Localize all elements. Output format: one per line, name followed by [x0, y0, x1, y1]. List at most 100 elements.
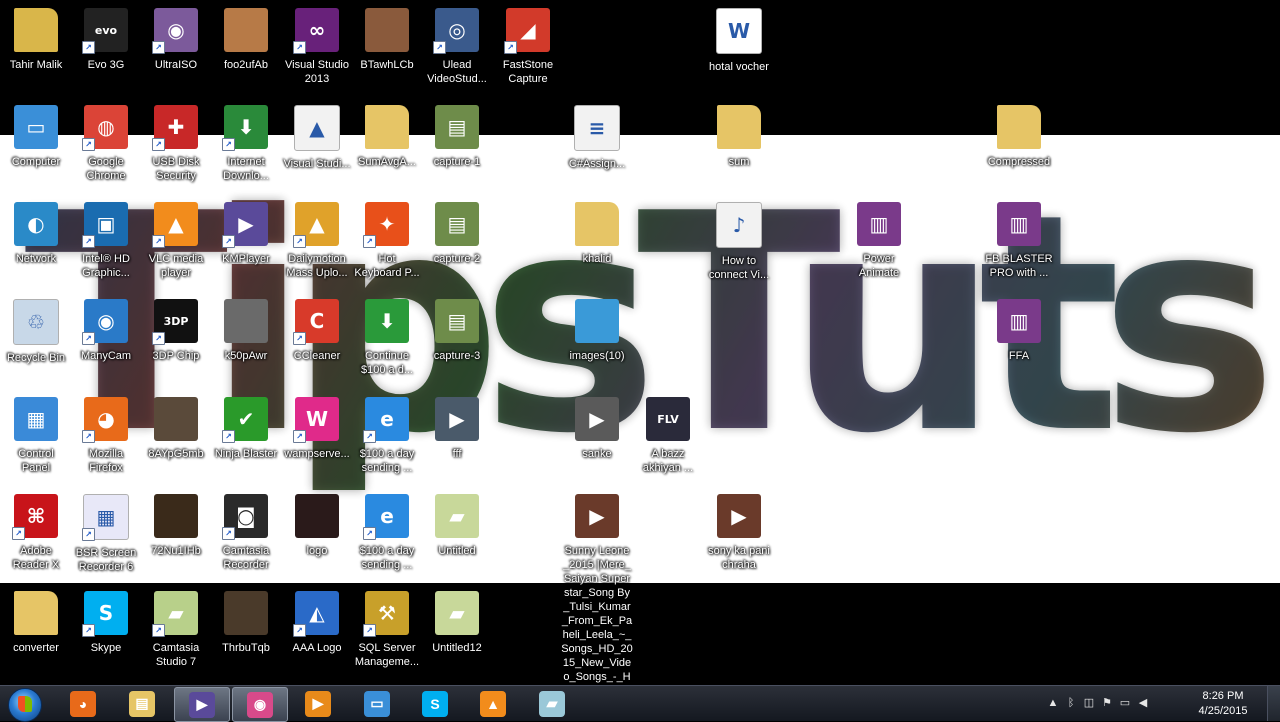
desktop-icon[interactable]: ◉ ↗ ManyCam [70, 299, 142, 363]
video-studio-icon: ◎ ↗ [433, 8, 479, 54]
desktop-icon[interactable]: ✦ ↗ Hot Keyboard P... [351, 202, 423, 280]
desktop-icon[interactable]: ▲ ↗ Dailymotion Mass Uplo... [281, 202, 353, 280]
desktop-icon[interactable]: ▦ Control Panel [0, 397, 72, 475]
flag-icon[interactable]: ⚑ [1100, 696, 1114, 710]
desktop-icon[interactable]: ◙ ↗ Camtasia Recorder [210, 494, 282, 572]
taskbar-button-firefox[interactable]: ◕ [56, 687, 110, 720]
volume-icon[interactable]: ◀ [1136, 696, 1150, 710]
desktop-icon[interactable]: images(10) [561, 299, 633, 363]
desktop-icon[interactable]: converter [0, 591, 72, 655]
desktop-icon[interactable]: ◢ ↗ FastStone Capture [492, 8, 564, 86]
desktop-icon-label: Compressed [987, 156, 1051, 168]
desktop-icon[interactable]: logo [281, 494, 353, 558]
desktop-icon[interactable]: foo2ufAb [210, 8, 282, 72]
desktop-icon[interactable]: ≡ C#Assign... [561, 105, 633, 171]
desktop-icon[interactable]: 72Nu1IHb [140, 494, 212, 558]
show-hidden-icons-icon[interactable]: ▲ [1046, 696, 1060, 710]
desktop-icon[interactable]: W ↗ wampserve... [281, 397, 353, 461]
desktop-icon[interactable]: ▶ ↗ KMPlayer [210, 202, 282, 266]
desktop-icon[interactable]: evo ↗ Evo 3G [70, 8, 142, 72]
taskbar-button-vlc[interactable]: ▲ [466, 687, 520, 720]
desktop-icon[interactable]: ▭ Computer [0, 105, 72, 169]
shortcut-arrow-icon: ↗ [222, 527, 235, 540]
desktop-icon[interactable]: Compressed [983, 105, 1055, 169]
desktop-icon[interactable]: ▲ Visual Studi... [281, 105, 353, 171]
desktop-icon[interactable]: ThrbuTqb [210, 591, 282, 655]
desktop-icon[interactable]: k50pAwr [210, 299, 282, 363]
taskbar-button-explorer[interactable]: ▤ [115, 687, 169, 720]
photo-icon [365, 8, 409, 52]
desktop-icon[interactable]: 8AYpG5mb [140, 397, 212, 461]
desktop-icon[interactable]: ◍ ↗ Google Chrome [70, 105, 142, 183]
desktop-icon[interactable]: ▰ ↗ Camtasia Studio 7 [140, 591, 212, 669]
taskbar-button-ultraiso[interactable]: ◉ [232, 687, 288, 722]
desktop-icon-label: 3DP Chip [152, 350, 200, 362]
desktop-icon[interactable]: e ↗ $100 a day sending ... [351, 397, 423, 475]
desktop-icon[interactable]: ⬇ Continue $100 a d... [351, 299, 423, 377]
taskbar-button-media-player[interactable]: ▶ [291, 687, 345, 720]
taskbar-button-camtasia[interactable]: ▰ [525, 687, 579, 720]
desktop-icon[interactable]: ✔ ↗ Ninja Blaster [210, 397, 282, 461]
desktop-icon[interactable]: FLV A bazz akhiyan ... [632, 397, 704, 475]
desktop-icon[interactable]: ▰ Untitled [421, 494, 493, 558]
desktop-icon[interactable]: ◕ ↗ Mozilla Firefox [70, 397, 142, 475]
desktop-icon[interactable]: 3DP ↗ 3DP Chip [140, 299, 212, 363]
desktop-icon[interactable]: ▤ capture-2 [421, 202, 493, 266]
show-desktop-button[interactable] [1267, 686, 1280, 721]
tray-app-icon[interactable]: ◫ [1082, 696, 1096, 710]
desktop-icon[interactable]: ▤ capture-3 [421, 299, 493, 363]
desktop-icon[interactable]: sum [703, 105, 775, 169]
desktop-icon[interactable]: ♲ Recycle Bin [0, 299, 72, 365]
taskbar-button-skype[interactable]: S [408, 687, 462, 720]
clock[interactable]: 8:26 PM 4/25/2015 [1188, 689, 1258, 719]
desktop-icon[interactable]: ◉ ↗ UltraISO [140, 8, 212, 72]
desktop-icon[interactable]: ◭ ↗ AAA Logo [281, 591, 353, 655]
taskbar-button-kmplayer[interactable]: ▶ [174, 687, 230, 722]
video-file-icon: ▶ [717, 494, 761, 538]
desktop-icon[interactable]: ⬇ ↗ Internet Downlo... [210, 105, 282, 183]
display-icon[interactable]: ▭ [1118, 696, 1132, 710]
desktop-icon[interactable]: ▥ Power Animate [843, 202, 915, 280]
desktop-icon[interactable]: BTawhLCb [351, 8, 423, 72]
desktop-icon[interactable]: ▥ FB BLASTER PRO with ... [983, 202, 1055, 280]
desktop-icon-label: Mozilla Firefox [88, 448, 124, 474]
desktop-icon[interactable]: Tahir Malik [0, 8, 72, 72]
desktop-icon[interactable]: ▶ fff [421, 397, 493, 461]
desktop-icon[interactable]: ✚ ↗ USB Disk Security [140, 105, 212, 183]
desktop-icon[interactable]: SumAvgA... [351, 105, 423, 169]
desktop-icon[interactable]: ⌘ ↗ Adobe Reader X [0, 494, 72, 572]
desktop-icon[interactable]: e ↗ $100 a day sending ... [351, 494, 423, 572]
desktop-icon[interactable]: ▤ capture-1 [421, 105, 493, 169]
desktop-icon-label: VLC media player [148, 253, 204, 279]
video-file-icon: ▤ [435, 202, 479, 246]
desktop-icon[interactable]: ▦ ↗ BSR Screen Recorder 6 [70, 494, 142, 574]
desktop-icon[interactable]: Whotal vocher [703, 8, 775, 74]
desktop-icon-label: Control Panel [18, 448, 54, 474]
desktop-icon-label: khalid [582, 253, 612, 265]
desktop-icon[interactable]: khalid [561, 202, 633, 266]
desktop-icon[interactable]: ▶ sanke [561, 397, 633, 461]
video-file-icon: ▶ [435, 397, 479, 441]
desktop-icon[interactable]: ▶ Sunny Leone _2015 |Mere_ Saiyan Super s… [561, 494, 633, 684]
desktop-icon[interactable]: ▣ ↗ Intel® HD Graphic... [70, 202, 142, 280]
desktop-icon[interactable]: ▰ Untitled12 [421, 591, 493, 655]
taskbar-button-network-tool[interactable]: ▭ [350, 687, 404, 720]
desktop-icon[interactable]: ▥ FFA [983, 299, 1055, 363]
desktop-icon-label: Network [15, 253, 57, 265]
desktop-icon[interactable]: ♪ How to connect Vi... [703, 202, 775, 282]
desktop-icon[interactable]: ▶ sony ka pani chraha [703, 494, 775, 572]
desktop-icon[interactable]: ∞ ↗ Visual Studio 2013 [281, 8, 353, 86]
desktop-icon[interactable]: ⚒ ↗ SQL Server Manageme... [351, 591, 423, 669]
desktop-icon[interactable]: ◎ ↗ Ulead VideoStud... [421, 8, 493, 86]
desktop-icon[interactable]: ◐ Network [0, 202, 72, 266]
desktop-icon[interactable]: S ↗ Skype [70, 591, 142, 655]
shortcut-arrow-icon: ↗ [82, 430, 95, 443]
desktop-icon[interactable]: C ↗ CCleaner [281, 299, 353, 363]
desktop-icon-label: $100 a day sending ... [359, 545, 415, 571]
windows-start-icon[interactable] [8, 688, 42, 722]
desktop-icon-label: wampserve... [284, 448, 350, 460]
desktop-icon-label: Visual Studio 2013 [284, 59, 349, 85]
desktop-icon[interactable]: ▲ ↗ VLC media player [140, 202, 212, 280]
desktop-icon-label: Ninja Blaster [214, 448, 278, 460]
bluetooth-icon[interactable]: ᛒ [1064, 696, 1078, 710]
